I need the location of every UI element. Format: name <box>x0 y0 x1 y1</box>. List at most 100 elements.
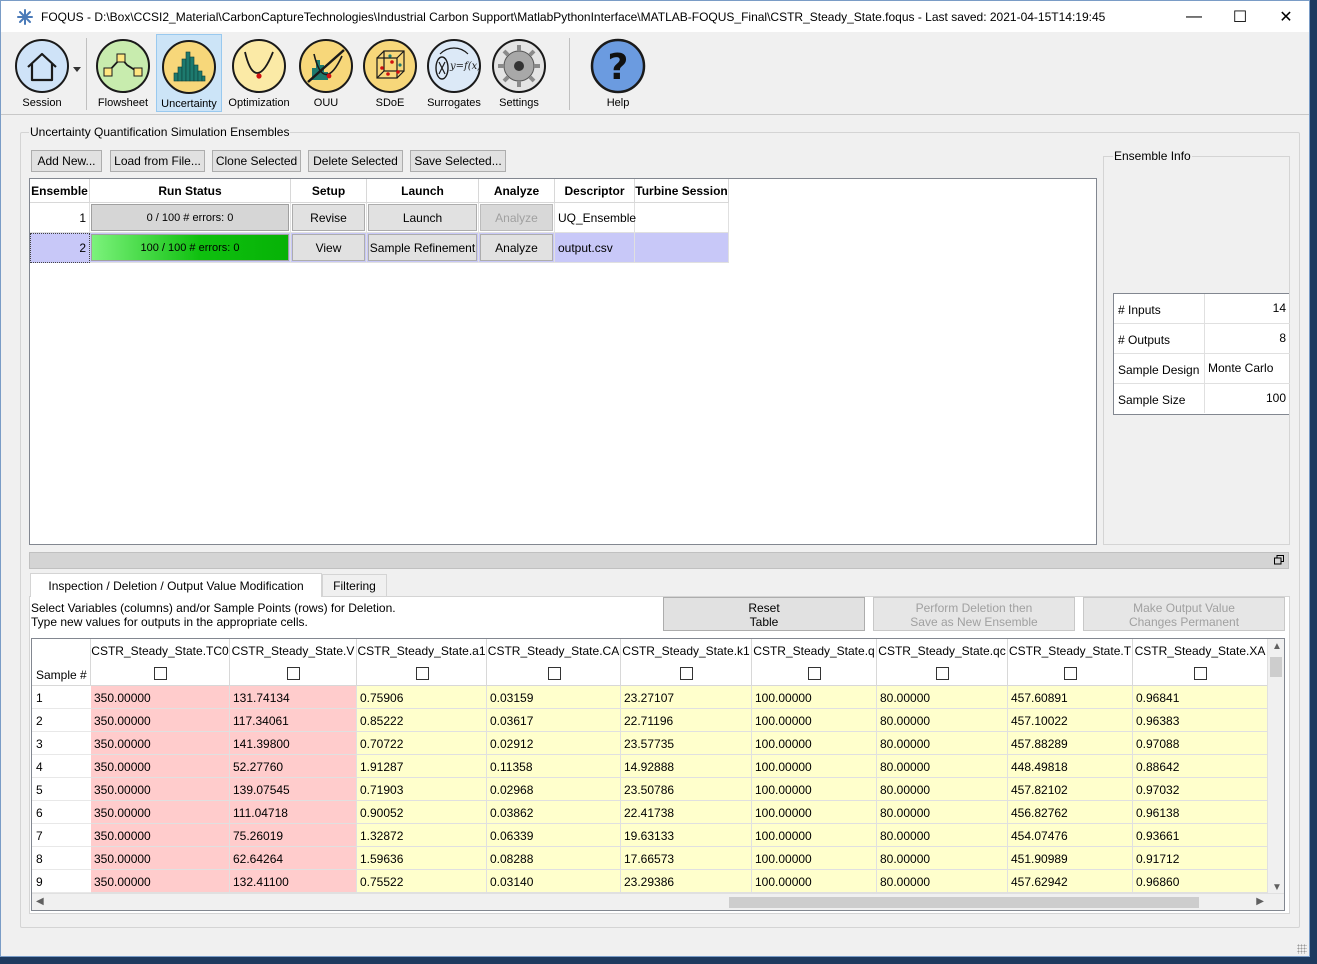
flowsheet-button[interactable]: Flowsheet <box>90 34 156 112</box>
info-design-value[interactable]: Monte Carlo <box>1204 354 1290 383</box>
column-select-checkbox[interactable] <box>680 667 693 680</box>
output-value-cell[interactable]: 1.91287 <box>357 755 487 778</box>
vertical-scroll-thumb[interactable] <box>1270 657 1282 677</box>
input-value-cell[interactable]: 350.00000 <box>91 755 230 778</box>
revise-button[interactable]: Revise <box>292 204 365 231</box>
column-select-checkbox[interactable] <box>154 667 167 680</box>
output-value-cell[interactable]: 80.00000 <box>877 755 1008 778</box>
column-select-checkbox[interactable] <box>1194 667 1207 680</box>
output-value-cell[interactable]: 80.00000 <box>877 686 1008 709</box>
output-value-cell[interactable]: 0.75522 <box>357 870 487 893</box>
output-value-cell[interactable]: 457.10022 <box>1008 709 1133 732</box>
output-value-cell[interactable]: 0.75906 <box>357 686 487 709</box>
col-header-xa[interactable]: CSTR_Steady_State.XA <box>1133 639 1268 686</box>
output-value-cell[interactable]: 100.00000 <box>752 686 877 709</box>
output-value-cell[interactable]: 80.00000 <box>877 870 1008 893</box>
maximize-button[interactable]: ☐ <box>1217 1 1263 32</box>
output-value-cell[interactable]: 100.00000 <box>752 870 877 893</box>
col-header-run-status[interactable]: Run Status <box>90 179 291 203</box>
descriptor-cell[interactable]: output.csv <box>555 233 635 263</box>
output-value-cell[interactable]: 80.00000 <box>877 824 1008 847</box>
input-value-cell[interactable]: 350.00000 <box>91 870 230 893</box>
input-value-cell[interactable]: 350.00000 <box>91 847 230 870</box>
input-value-cell[interactable]: 350.00000 <box>91 801 230 824</box>
column-select-checkbox[interactable] <box>287 667 300 680</box>
col-header-t[interactable]: CSTR_Steady_State.T <box>1008 639 1133 686</box>
output-value-cell[interactable]: 456.82762 <box>1008 801 1133 824</box>
col-header-descriptor[interactable]: Descriptor <box>555 179 635 203</box>
output-value-cell[interactable]: 457.62942 <box>1008 870 1133 893</box>
column-select-checkbox[interactable] <box>808 667 821 680</box>
tab-inspection[interactable]: Inspection / Deletion / Output Value Mod… <box>30 573 322 597</box>
col-header-turbine-session[interactable]: Turbine Session <box>635 179 729 203</box>
output-value-cell[interactable]: 0.08288 <box>487 847 621 870</box>
output-value-cell[interactable]: 0.03862 <box>487 801 621 824</box>
row-header[interactable]: 6 <box>32 801 91 824</box>
scroll-left-icon[interactable]: ◀ <box>36 896 44 907</box>
output-value-cell[interactable]: 100.00000 <box>752 732 877 755</box>
output-value-cell[interactable]: 0.96841 <box>1133 686 1268 709</box>
ensemble-id-cell-selected[interactable]: 2 <box>30 233 90 263</box>
output-value-cell[interactable]: 100.00000 <box>752 755 877 778</box>
add-new-button[interactable]: Add New... <box>31 150 102 172</box>
row-header[interactable]: 5 <box>32 778 91 801</box>
row-header[interactable]: 4 <box>32 755 91 778</box>
row-header[interactable]: 7 <box>32 824 91 847</box>
view-button[interactable]: View <box>292 234 365 261</box>
row-header[interactable]: 8 <box>32 847 91 870</box>
output-value-cell[interactable]: 0.02968 <box>487 778 621 801</box>
col-header-k1[interactable]: CSTR_Steady_State.k1 <box>621 639 752 686</box>
output-value-cell[interactable]: 457.82102 <box>1008 778 1133 801</box>
turbine-session-cell[interactable] <box>635 233 729 263</box>
output-value-cell[interactable]: 1.32872 <box>357 824 487 847</box>
surrogates-button[interactable]: y=f(x) Surrogates <box>421 34 487 112</box>
output-value-cell[interactable]: 457.60891 <box>1008 686 1133 709</box>
output-value-cell[interactable]: 100.00000 <box>752 801 877 824</box>
info-outputs-value[interactable]: 8 <box>1204 324 1290 353</box>
output-value-cell[interactable]: 80.00000 <box>877 801 1008 824</box>
output-value-cell[interactable]: 0.02912 <box>487 732 621 755</box>
scroll-right-icon[interactable]: ▶ <box>1256 896 1264 907</box>
output-value-cell[interactable]: 0.03159 <box>487 686 621 709</box>
scroll-down-icon[interactable]: ▼ <box>1272 882 1282 893</box>
input-value-cell[interactable]: 350.00000 <box>91 709 230 732</box>
column-select-checkbox[interactable] <box>415 667 429 680</box>
input-value-cell[interactable]: 75.26019 <box>230 824 357 847</box>
output-value-cell[interactable]: 0.91712 <box>1133 847 1268 870</box>
input-value-cell[interactable]: 62.64264 <box>230 847 357 870</box>
output-value-cell[interactable]: 0.96383 <box>1133 709 1268 732</box>
output-value-cell[interactable]: 23.27107 <box>621 686 752 709</box>
output-value-cell[interactable]: 14.92888 <box>621 755 752 778</box>
output-value-cell[interactable]: 0.88642 <box>1133 755 1268 778</box>
output-value-cell[interactable]: 100.00000 <box>752 709 877 732</box>
output-value-cell[interactable]: 23.29386 <box>621 870 752 893</box>
window-resize-grip[interactable] <box>1297 944 1307 954</box>
output-value-cell[interactable]: 100.00000 <box>752 824 877 847</box>
row-header[interactable]: 1 <box>32 686 91 709</box>
horizontal-scrollbar[interactable]: ◀ ▶ <box>32 893 1284 910</box>
session-button[interactable]: Session <box>9 34 75 112</box>
row-header[interactable]: 3 <box>32 732 91 755</box>
output-value-cell[interactable]: 0.11358 <box>487 755 621 778</box>
input-value-cell[interactable]: 350.00000 <box>91 778 230 801</box>
save-selected-button[interactable]: Save Selected... <box>410 150 506 172</box>
output-value-cell[interactable]: 23.57735 <box>621 732 752 755</box>
output-value-cell[interactable]: 0.71903 <box>357 778 487 801</box>
output-value-cell[interactable]: 80.00000 <box>877 732 1008 755</box>
descriptor-cell[interactable]: UQ_Ensemble <box>555 203 636 233</box>
col-header-a1[interactable]: CSTR_Steady_State.a1 <box>357 639 487 686</box>
row-header[interactable]: 9 <box>32 870 91 893</box>
output-value-cell[interactable]: 454.07476 <box>1008 824 1133 847</box>
clone-selected-button[interactable]: Clone Selected <box>212 150 301 172</box>
vertical-scrollbar[interactable]: ▲ ▼ <box>1267 639 1284 895</box>
output-value-cell[interactable]: 0.06339 <box>487 824 621 847</box>
input-value-cell[interactable]: 350.00000 <box>91 824 230 847</box>
info-size-value[interactable]: 100 <box>1204 384 1290 413</box>
column-select-checkbox[interactable] <box>936 667 949 680</box>
output-value-cell[interactable]: 0.03140 <box>487 870 621 893</box>
optimization-button[interactable]: Optimization <box>226 34 292 112</box>
output-value-cell[interactable]: 0.93661 <box>1133 824 1268 847</box>
col-header-qc[interactable]: CSTR_Steady_State.qc <box>877 639 1008 686</box>
session-dropdown-arrow-icon[interactable] <box>73 67 81 72</box>
output-value-cell[interactable]: 0.96860 <box>1133 870 1268 893</box>
